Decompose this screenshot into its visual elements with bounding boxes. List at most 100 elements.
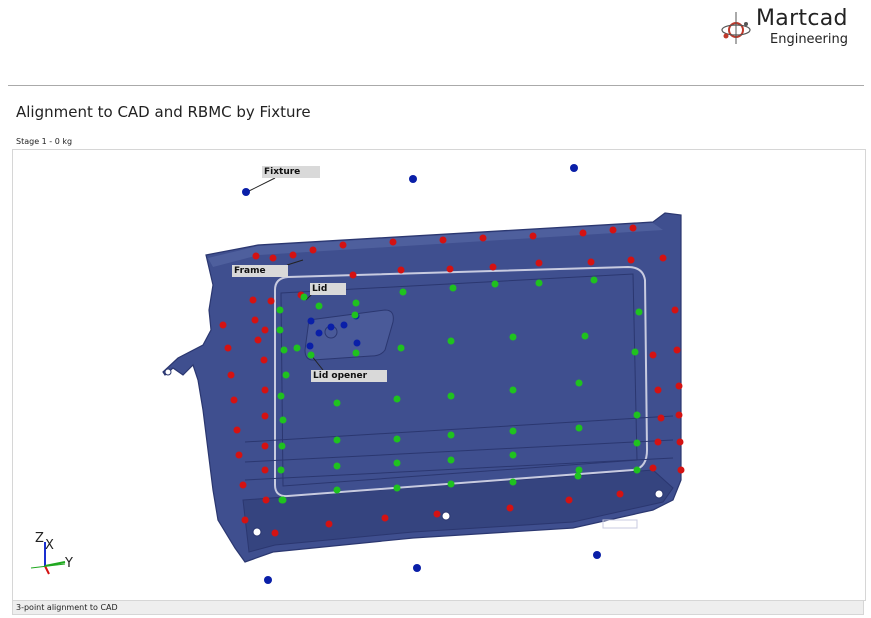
lid-point: [393, 459, 401, 467]
label-lid: Lid: [310, 283, 346, 295]
axis-z-label: Z: [35, 531, 44, 546]
frame-point: [675, 382, 683, 390]
lid-point: [352, 299, 360, 307]
lid-point: [315, 302, 323, 310]
lid-point: [278, 442, 286, 450]
frame-point: [339, 241, 347, 249]
axis-y-label: Y: [65, 556, 73, 571]
lid-point: [293, 344, 301, 352]
frame-point: [479, 234, 487, 242]
lid-point: [509, 478, 517, 486]
page-title: Alignment to CAD and RBMC by Fixture: [16, 103, 311, 121]
frame-point: [654, 438, 662, 446]
frame-point: [261, 412, 269, 420]
frame-point: [446, 265, 454, 273]
label-frame: Frame: [232, 265, 288, 277]
frame-point: [230, 396, 238, 404]
lid-point: [276, 306, 284, 314]
frame-point: [227, 371, 235, 379]
frame-point: [309, 246, 317, 254]
frame-point: [659, 254, 667, 262]
lid-opener-point: [307, 317, 315, 325]
fixture-point: [413, 564, 421, 572]
lid-point: [509, 427, 517, 435]
fixture-point: [570, 164, 578, 172]
frame-point: [235, 451, 243, 459]
frame-point: [260, 356, 268, 364]
axis-triad-icon: [30, 542, 66, 575]
lid-point: [575, 379, 583, 387]
frame-point: [241, 516, 249, 524]
frame-point: [219, 321, 227, 329]
frame-point: [649, 351, 657, 359]
frame-point: [649, 464, 657, 472]
lid-opener-point: [327, 323, 335, 331]
lid-point: [393, 395, 401, 403]
frame-point: [677, 466, 685, 474]
frame-point: [261, 466, 269, 474]
logo-mark-icon: [721, 12, 751, 44]
caption-bar: 3-point alignment to CAD: [12, 600, 864, 615]
frame-point: [629, 224, 637, 232]
frame-point: [654, 386, 662, 394]
frame-point: [271, 529, 279, 537]
lid-point: [447, 431, 455, 439]
frame-point: [535, 259, 543, 267]
lid-point: [509, 386, 517, 394]
lid-point: [575, 466, 583, 474]
frame-point: [489, 263, 497, 271]
lid-point: [633, 411, 641, 419]
lid-point: [280, 346, 288, 354]
frame-point: [389, 238, 397, 246]
lid-point: [635, 308, 643, 316]
lid-point: [277, 392, 285, 400]
lid-point: [447, 456, 455, 464]
frame-point: [251, 316, 259, 324]
lid-point: [590, 276, 598, 284]
lid-point: [276, 326, 284, 334]
label-fixture: Fixture: [262, 166, 320, 178]
lid-point: [333, 436, 341, 444]
3d-viewport[interactable]: Fixture Frame Lid Lid opener Z X Y: [12, 149, 866, 601]
lid-point: [333, 399, 341, 407]
lid-point: [633, 439, 641, 447]
frame-point: [325, 520, 333, 528]
lid-opener-point: [353, 339, 361, 347]
lid-point: [399, 288, 407, 296]
frame-point: [224, 344, 232, 352]
lid-point: [351, 311, 359, 319]
lid-point: [509, 451, 517, 459]
frame-point: [579, 229, 587, 237]
fixture-point: [409, 175, 417, 183]
brand-logo: Martcad Engineering: [718, 6, 858, 50]
lid-point: [575, 424, 583, 432]
lid-point: [535, 279, 543, 287]
frame-point: [529, 232, 537, 240]
lid-opener-point: [340, 321, 348, 329]
frame-point: [675, 411, 683, 419]
lid-point: [279, 416, 287, 424]
lid-point: [282, 371, 290, 379]
lid-opener-point: [306, 342, 314, 350]
frame-point: [249, 296, 257, 304]
lid-point: [631, 348, 639, 356]
lid-opener-point: [315, 329, 323, 337]
frame-point: [239, 481, 247, 489]
part-render: [162, 164, 685, 584]
frame-point: [439, 236, 447, 244]
frame-point: [433, 510, 441, 518]
frame-point: [627, 256, 635, 264]
lid-point: [397, 344, 405, 352]
lid-point: [333, 462, 341, 470]
lid-point: [581, 332, 589, 340]
frame-point: [671, 306, 679, 314]
brand-subtitle: Engineering: [770, 32, 848, 47]
stage-caption: Stage 1 - 0 kg: [16, 137, 73, 146]
lid-point: [449, 284, 457, 292]
frame-point: [381, 514, 389, 522]
lid-point: [300, 293, 308, 301]
lid-point: [393, 435, 401, 443]
fixture-point: [264, 576, 272, 584]
frame-point: [261, 326, 269, 334]
frame-point: [506, 504, 514, 512]
